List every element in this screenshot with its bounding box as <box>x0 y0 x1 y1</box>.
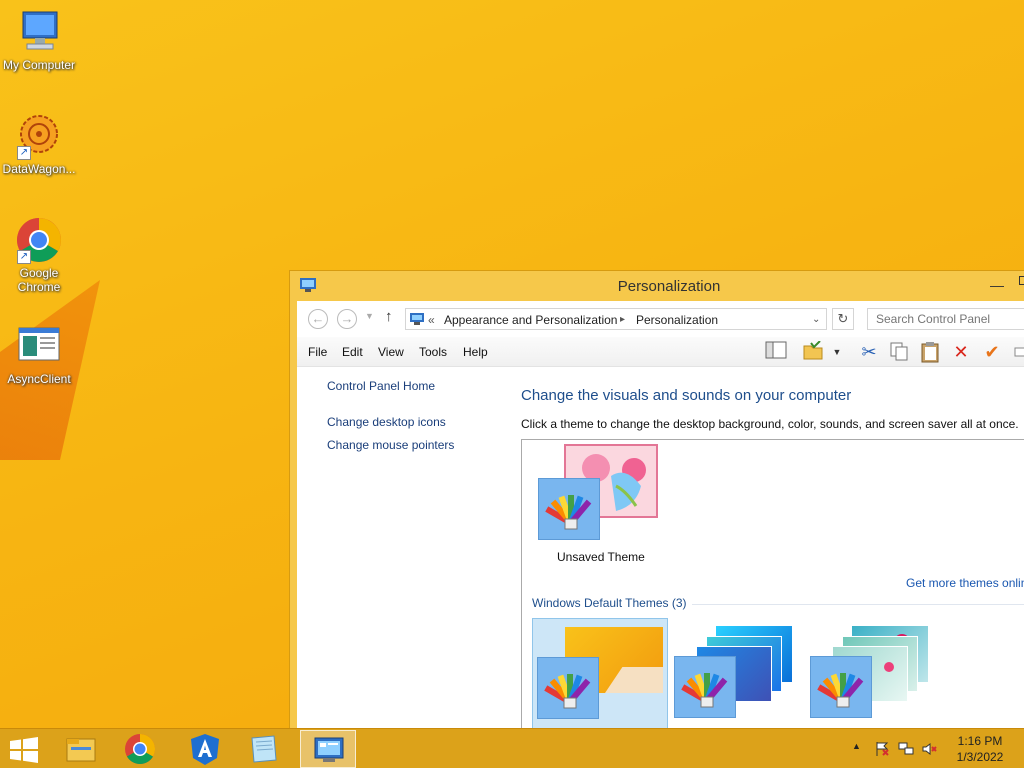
taskbar: ▲ 1:16 PM 1/3/2022 <box>0 728 1024 768</box>
color-palette-icon <box>674 656 736 718</box>
breadcrumb-appearance[interactable]: Appearance and Personalization <box>444 313 617 327</box>
main-content: Control Panel Home Change desktop icons … <box>297 367 1024 768</box>
properties-check-icon[interactable]: ✔ <box>980 341 1004 363</box>
desktop-icon-my-computer[interactable]: My Computer <box>0 8 78 72</box>
breadcrumb-separator-icon: ▸ <box>620 314 626 325</box>
control-panel-icon <box>314 737 344 762</box>
taskbar-chrome[interactable] <box>112 730 168 768</box>
shortcut-arrow-icon: ↗ <box>17 250 31 264</box>
layout-pane-icon[interactable] <box>764 341 788 363</box>
desktop-icon-label: DataWagon... <box>2 162 76 176</box>
color-palette-icon <box>538 478 600 540</box>
change-mouse-pointers-link[interactable]: Change mouse pointers <box>327 438 454 452</box>
change-desktop-icons-link[interactable]: Change desktop icons <box>327 415 446 429</box>
menu-file[interactable]: File <box>308 345 327 359</box>
address-bar[interactable]: « Appearance and Personalization ▸ Perso… <box>405 308 827 330</box>
theme-group-header: Windows Default Themes (3) <box>532 596 687 610</box>
desktop-icon-label: AsyncClient <box>7 372 71 386</box>
copy-icon[interactable] <box>887 341 911 363</box>
menu-bar: File Edit View Tools Help ▼ ✂ ✕ ✔ <box>297 337 1024 367</box>
control-panel-icon <box>410 313 424 325</box>
taskbar-notepad[interactable] <box>236 730 292 768</box>
paste-icon[interactable] <box>918 341 942 363</box>
show-hidden-icons-button[interactable]: ▲ <box>852 741 861 751</box>
angular-icon <box>191 734 219 765</box>
menu-help[interactable]: Help <box>463 345 488 359</box>
address-dropdown-icon[interactable]: ⌄ <box>812 314 820 325</box>
color-palette-icon <box>810 656 872 718</box>
desktop-icon-label: My Computer <box>2 58 76 72</box>
start-button[interactable] <box>9 737 39 763</box>
color-palette-icon <box>537 657 599 719</box>
network-icon[interactable] <box>898 741 914 760</box>
action-center-flag-icon[interactable] <box>874 741 890 760</box>
chrome-icon <box>125 734 156 765</box>
control-panel-home-link[interactable]: Control Panel Home <box>327 379 435 393</box>
menu-view[interactable]: View <box>378 345 404 359</box>
window-title: Personalization <box>617 278 721 295</box>
back-button[interactable]: ← <box>308 309 328 329</box>
datawagon-icon: ↗ <box>15 112 63 160</box>
organize-dropdown-icon[interactable]: ▼ <box>825 341 849 363</box>
get-more-themes-link[interactable]: Get more themes online <box>906 576 1024 590</box>
shortcut-arrow-icon: ↗ <box>17 146 31 160</box>
cut-icon[interactable]: ✂ <box>857 341 881 363</box>
notepad-icon <box>251 735 277 763</box>
menu-edit[interactable]: Edit <box>342 345 363 359</box>
up-arrow-icon[interactable]: ↑ <box>385 308 393 325</box>
desktop-icon-label: Google Chrome <box>17 266 61 294</box>
file-explorer-icon <box>66 738 96 762</box>
menu-tools[interactable]: Tools <box>419 345 447 359</box>
forward-button[interactable]: → <box>337 309 357 329</box>
page-description: Click a theme to change the desktop back… <box>521 417 1019 431</box>
more-options-icon[interactable] <box>1009 341 1024 363</box>
theme-label: Unsaved Theme <box>557 550 645 564</box>
maximize-button[interactable] <box>1019 276 1024 285</box>
breadcrumb-overflow-icon[interactable]: « <box>428 313 435 327</box>
desktop-icon-asyncclient[interactable]: AsyncClient <box>0 322 78 386</box>
search-input[interactable] <box>867 308 1024 330</box>
delete-icon[interactable]: ✕ <box>949 341 973 363</box>
theme-lines-and-colors[interactable] <box>672 618 808 738</box>
taskbar-control-panel[interactable] <box>300 730 356 768</box>
window-titlebar[interactable]: Personalization — <box>290 271 1024 301</box>
theme-flowers[interactable] <box>808 618 944 738</box>
volume-muted-icon[interactable] <box>922 741 938 760</box>
windows-logo-icon <box>10 737 38 763</box>
refresh-button[interactable]: ↻ <box>832 308 854 330</box>
recent-locations-chevron-icon[interactable]: ▼ <box>365 311 374 321</box>
theme-unsaved[interactable]: Unsaved Theme <box>538 444 658 564</box>
taskbar-file-explorer[interactable] <box>53 730 109 768</box>
window-client-area: ← → ▼ ↑ « Appearance and Personalization… <box>297 301 1024 768</box>
personalization-window[interactable]: Personalization — ← → ▼ ↑ « Appearance a… <box>289 270 1024 768</box>
system-clock[interactable]: 1:16 PM 1/3/2022 <box>950 733 1010 765</box>
computer-icon <box>15 8 63 56</box>
minimize-button[interactable]: — <box>990 277 1004 293</box>
theme-windows[interactable] <box>532 618 668 738</box>
page-title: Change the visuals and sounds on your co… <box>521 387 852 404</box>
chrome-icon: ↗ <box>15 216 63 264</box>
asyncclient-icon <box>15 322 63 370</box>
themes-list: Unsaved Theme Get more themes online Win… <box>521 439 1024 768</box>
organize-folder-icon[interactable] <box>801 340 825 363</box>
clock-time: 1:16 PM <box>957 734 1003 748</box>
desktop-icon-google-chrome[interactable]: ↗ Google Chrome <box>0 216 78 294</box>
navigation-bar: ← → ▼ ↑ « Appearance and Personalization… <box>297 301 1024 337</box>
taskbar-angular[interactable] <box>177 730 233 768</box>
desktop-icon-datawagon[interactable]: ↗ DataWagon... <box>0 112 78 176</box>
clock-date: 1/3/2022 <box>956 750 1004 764</box>
breadcrumb-personalization[interactable]: Personalization <box>636 313 718 327</box>
group-divider <box>692 604 1024 605</box>
